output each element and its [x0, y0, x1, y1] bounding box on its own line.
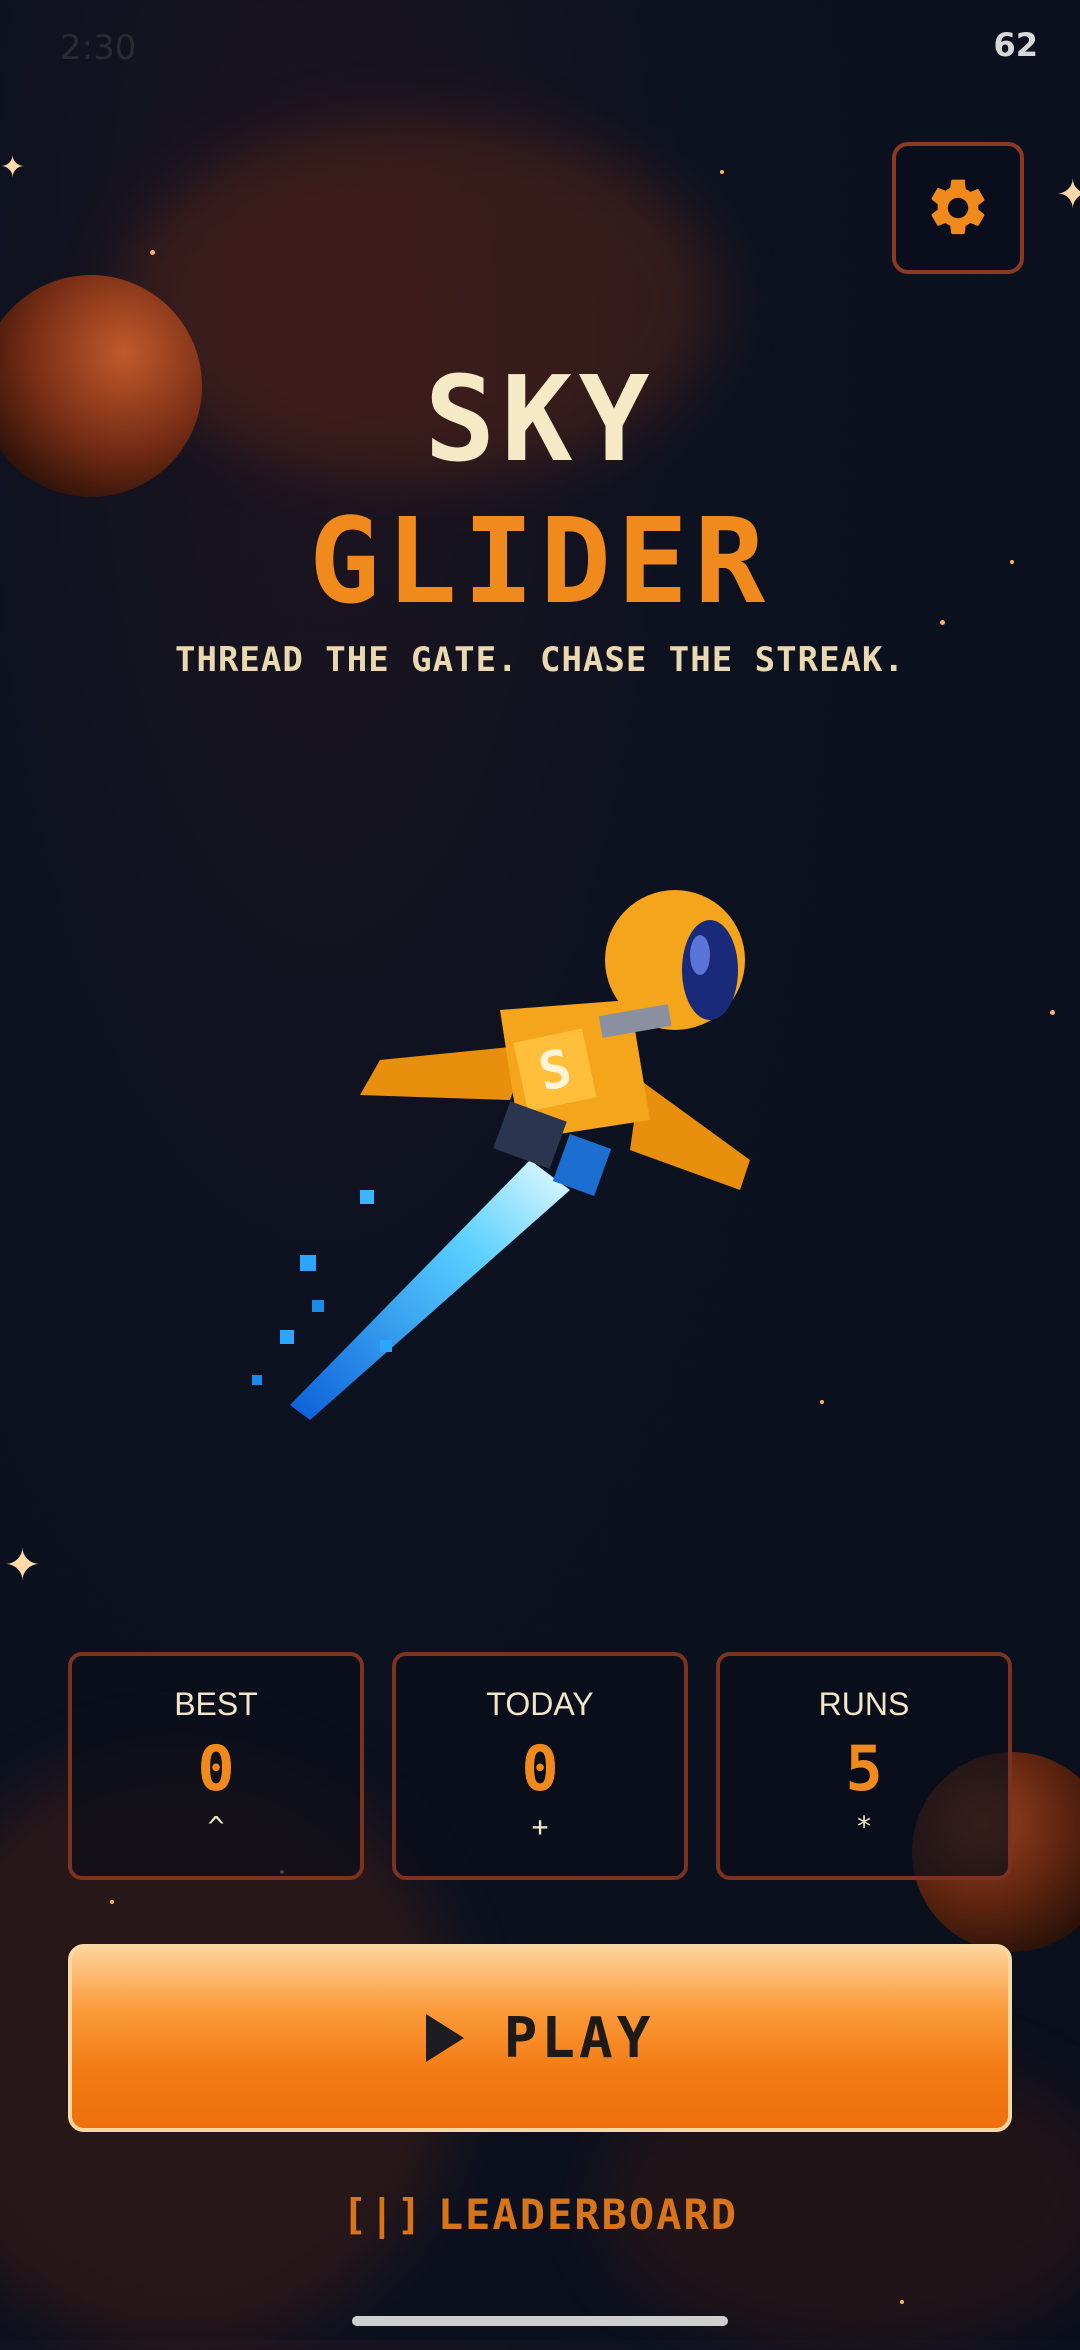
leaderboard-label: LEADERBOARD — [437, 2190, 738, 2239]
play-button[interactable]: PLAY — [68, 1944, 1012, 2132]
status-bar: 2:30 62 — [0, 0, 1080, 100]
play-icon — [425, 2014, 464, 2062]
flame-pixel — [252, 1375, 262, 1385]
star — [110, 1900, 114, 1904]
stat-value: 5 — [845, 1732, 883, 1805]
title-line-2: GLIDER — [308, 492, 772, 630]
star — [820, 1400, 824, 1404]
stat-glyph: ^ — [207, 1810, 225, 1843]
battery-level: 62 — [993, 26, 1038, 64]
play-label: PLAY — [503, 2005, 655, 2071]
tagline: THREAD THE GATE. CHASE THE STREAK. — [175, 640, 905, 680]
flame-pixel — [380, 1340, 392, 1352]
stat-label: BEST — [174, 1686, 258, 1722]
stat-label: RUNS — [818, 1686, 910, 1722]
sparkle-star: ✦ — [4, 1540, 41, 1591]
star — [900, 2300, 904, 2304]
flame-pixel — [312, 1300, 324, 1312]
leaderboard-link[interactable]: [|] LEADERBOARD — [0, 2190, 1080, 2239]
home-indicator[interactable] — [352, 2316, 728, 2326]
visor — [682, 920, 738, 1020]
stat-glyph: + — [531, 1810, 549, 1843]
stat-glyph: * — [855, 1810, 873, 1843]
stat-card-runs: RUNS 5 * — [716, 1652, 1012, 1880]
stat-value: 0 — [521, 1732, 559, 1805]
star — [150, 250, 155, 255]
stat-card-best: BEST 0 ^ — [68, 1652, 364, 1880]
star — [1050, 1010, 1055, 1015]
visor-shine — [690, 935, 710, 975]
stat-value: 0 — [197, 1732, 235, 1805]
stat-label: TODAY — [486, 1686, 594, 1722]
leaderboard-icon: [|] — [341, 2190, 424, 2239]
flame-pixel — [360, 1190, 374, 1204]
star — [720, 170, 724, 174]
title-line-1: SKY — [424, 350, 656, 488]
jet-flame — [290, 1160, 570, 1420]
astronaut-character: S — [252, 890, 750, 1420]
gear-icon — [931, 179, 985, 235]
sparkle-star: ✦ — [0, 150, 26, 185]
right-wing — [630, 1080, 750, 1190]
settings-button[interactable] — [892, 142, 1024, 274]
left-wing — [360, 1045, 530, 1100]
flame-pixel — [280, 1330, 294, 1344]
sparkle-star: ✦ — [1056, 172, 1080, 218]
status-time: 2:30 — [60, 28, 137, 68]
flame-pixel — [300, 1255, 316, 1271]
stat-card-today: TODAY 0 + — [392, 1652, 688, 1880]
